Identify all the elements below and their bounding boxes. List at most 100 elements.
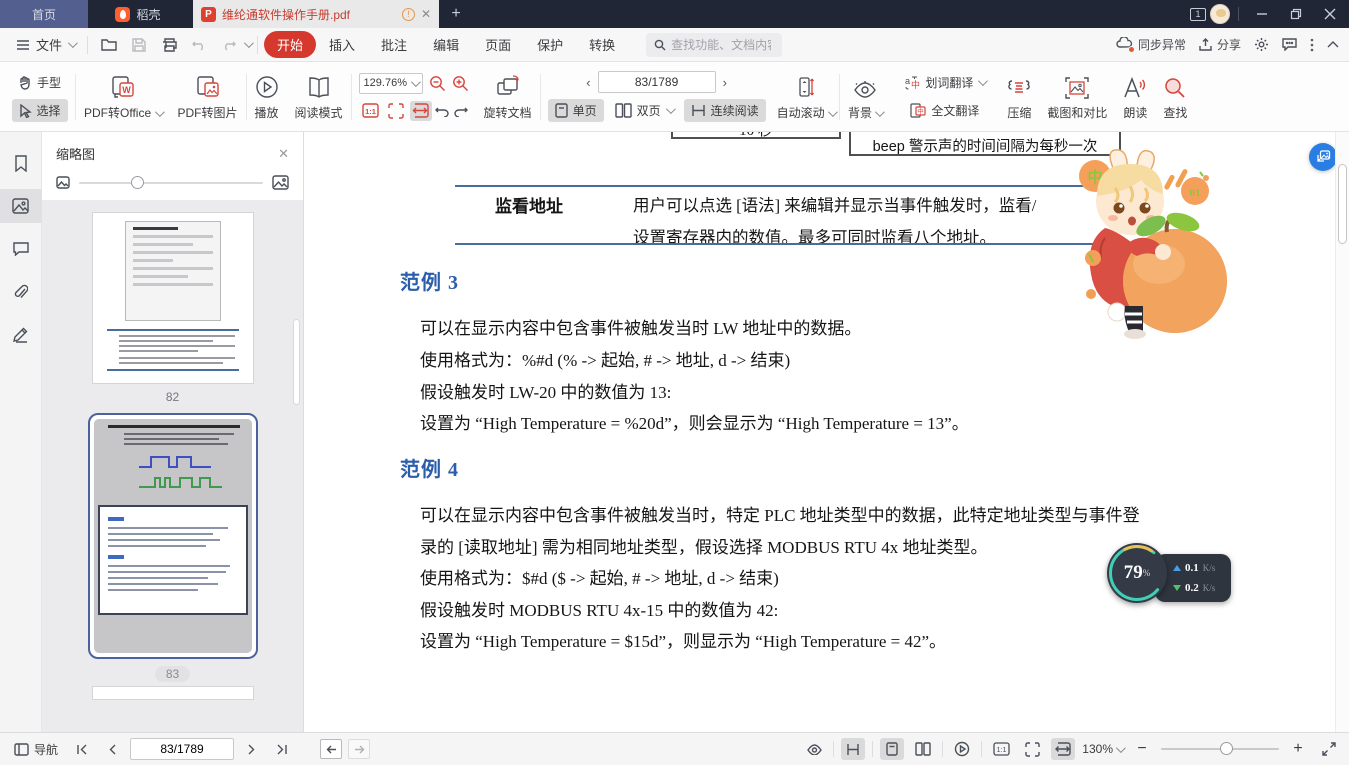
double-page-mode-icon[interactable] <box>911 738 935 760</box>
next-page-button[interactable] <box>240 738 264 760</box>
net-speed-widget[interactable]: 0.1K/s 0.2K/s 79% <box>1105 540 1235 606</box>
document-scrollbar[interactable] <box>1335 132 1349 732</box>
pdf-to-office-button[interactable]: W PDF转Office <box>76 62 169 131</box>
workspace-switch-icon[interactable]: 1 <box>1190 8 1206 21</box>
zoom-minus-button[interactable]: − <box>1130 738 1154 760</box>
read-aloud-button[interactable]: 朗读 <box>1115 62 1155 131</box>
share-button[interactable]: 分享 <box>1199 36 1241 53</box>
zoom-out-icon[interactable] <box>429 75 446 92</box>
sidebar-item-signature[interactable] <box>0 318 42 352</box>
prev-page-arrow[interactable]: ‹ <box>579 75 597 90</box>
collapse-ribbon-icon[interactable] <box>1327 41 1339 48</box>
prev-page-button[interactable] <box>100 738 124 760</box>
new-tab-button[interactable]: + <box>439 0 473 28</box>
open-file-icon[interactable] <box>94 33 124 57</box>
statusbar-page-input[interactable] <box>130 738 234 760</box>
menu-tab-edit[interactable]: 编辑 <box>420 31 472 58</box>
tab-close-icon[interactable]: ✕ <box>421 7 431 21</box>
sidebar-item-thumbnails[interactable] <box>0 189 42 223</box>
pdf-page-view[interactable]: 10 秒 beep 警示声的时间间隔为每秒一次 监看地址 用户可以点选 [语法]… <box>305 132 1335 732</box>
select-tool-button[interactable]: 选择 <box>12 99 68 122</box>
undo-icon[interactable] <box>184 33 214 57</box>
actual-size-status-icon[interactable]: 1:1 <box>989 738 1013 760</box>
zoom-slider-handle[interactable] <box>1220 742 1233 755</box>
sidebar-item-bookmarks[interactable] <box>0 146 42 180</box>
save-icon[interactable] <box>124 33 154 57</box>
eye-protect-icon[interactable] <box>802 738 826 760</box>
thumbnail-page-84-partial[interactable] <box>93 687 253 699</box>
play-mode-icon[interactable] <box>950 738 974 760</box>
menu-tab-page[interactable]: 页面 <box>472 31 524 58</box>
menu-tab-annotate[interactable]: 批注 <box>368 31 420 58</box>
tab-docer[interactable]: 稻壳 <box>88 0 188 28</box>
minimize-button[interactable] <box>1247 0 1277 28</box>
actual-size-icon[interactable]: 1:1 <box>360 101 382 121</box>
restore-button[interactable] <box>1281 0 1311 28</box>
sync-status[interactable]: 同步异常 <box>1116 36 1186 53</box>
view-forward-button[interactable] <box>348 739 370 759</box>
zoom-percent-button[interactable]: 130% <box>1082 742 1123 756</box>
auto-scroll-button[interactable]: 自动滚动 <box>773 62 839 131</box>
find-button[interactable]: 查找 <box>1155 62 1195 131</box>
menu-tab-start[interactable]: 开始 <box>264 31 316 58</box>
play-button[interactable]: 播放 <box>247 62 287 131</box>
next-page-arrow[interactable]: › <box>716 75 734 90</box>
search-input[interactable] <box>671 38 771 52</box>
rotate-left-icon[interactable] <box>435 104 450 117</box>
menu-tab-insert[interactable]: 插入 <box>316 31 368 58</box>
toolbar-page-input[interactable] <box>598 71 716 93</box>
more-menu-icon[interactable] <box>1310 38 1314 52</box>
close-button[interactable] <box>1315 0 1345 28</box>
redo-icon[interactable] <box>214 33 244 57</box>
rotate-right-icon[interactable] <box>453 104 468 117</box>
document-scrollbar-thumb[interactable] <box>1338 164 1347 244</box>
first-page-button[interactable] <box>70 738 94 760</box>
screenshot-compare-button[interactable]: 截图和对比 <box>1039 62 1115 131</box>
single-page-button[interactable]: 单页 <box>548 99 604 122</box>
fit-width-icon[interactable] <box>410 101 432 121</box>
user-avatar[interactable] <box>1210 4 1230 24</box>
word-translate-button[interactable]: a中 划词翻译 <box>897 71 992 94</box>
tab-home[interactable]: 首页 <box>0 0 88 28</box>
menu-tab-convert[interactable]: 转换 <box>576 31 628 58</box>
tab-document[interactable]: P 维纶通软件操作手册.pdf ! ✕ <box>193 0 439 28</box>
pdf-to-image-button[interactable]: PDF转图片 <box>170 62 246 131</box>
quickbar-more-icon[interactable] <box>244 38 254 48</box>
print-icon[interactable] <box>154 33 184 57</box>
search-box[interactable] <box>646 33 782 57</box>
zoom-slider[interactable] <box>1161 748 1279 750</box>
file-menu-button[interactable]: 文件 <box>10 35 81 54</box>
menu-tab-protect[interactable]: 保护 <box>524 31 576 58</box>
double-page-button[interactable]: 双页 <box>608 99 680 122</box>
feedback-comment-icon[interactable] <box>1282 38 1297 51</box>
continuous-read-button[interactable]: 连续阅读 <box>684 99 766 122</box>
thumb-size-slider[interactable] <box>79 182 263 184</box>
sidebar-item-attachments[interactable] <box>0 275 42 309</box>
zoom-level-combo[interactable]: 129.76% <box>359 73 423 94</box>
continuous-mode-icon[interactable] <box>841 738 865 760</box>
panel-scrollbar[interactable] <box>293 319 300 405</box>
hand-tool-button[interactable]: 手型 <box>11 71 68 94</box>
last-page-button[interactable] <box>270 738 294 760</box>
rotate-doc-button[interactable]: 旋转文档 <box>476 62 540 131</box>
sidebar-item-comments[interactable] <box>0 232 42 266</box>
fit-page-icon[interactable] <box>385 101 407 121</box>
zoom-in-icon[interactable] <box>452 75 469 92</box>
fullscreen-button[interactable] <box>1317 738 1341 760</box>
background-button[interactable]: 背景 <box>840 62 890 131</box>
zoom-plus-button[interactable]: + <box>1286 738 1310 760</box>
thumb-size-slider-handle[interactable] <box>131 176 144 189</box>
image-convert-float-button[interactable] <box>1309 143 1335 171</box>
panel-close-icon[interactable]: ✕ <box>278 146 289 162</box>
read-mode-button[interactable]: 阅读模式 <box>287 62 351 131</box>
view-back-button[interactable] <box>320 739 342 759</box>
thumbnail-page-83-selected[interactable] <box>88 413 258 659</box>
doc-warning-icon[interactable]: ! <box>402 8 415 21</box>
fit-page-status-icon[interactable] <box>1020 738 1044 760</box>
full-translate-button[interactable]: 中 全文翻译 <box>903 99 986 122</box>
navigation-toggle-button[interactable]: 导航 <box>8 738 64 761</box>
compress-button[interactable]: 压缩 <box>999 62 1039 131</box>
settings-gear-icon[interactable] <box>1254 37 1269 52</box>
single-page-mode-icon[interactable] <box>880 738 904 760</box>
thumbnail-page-82[interactable] <box>93 213 253 383</box>
